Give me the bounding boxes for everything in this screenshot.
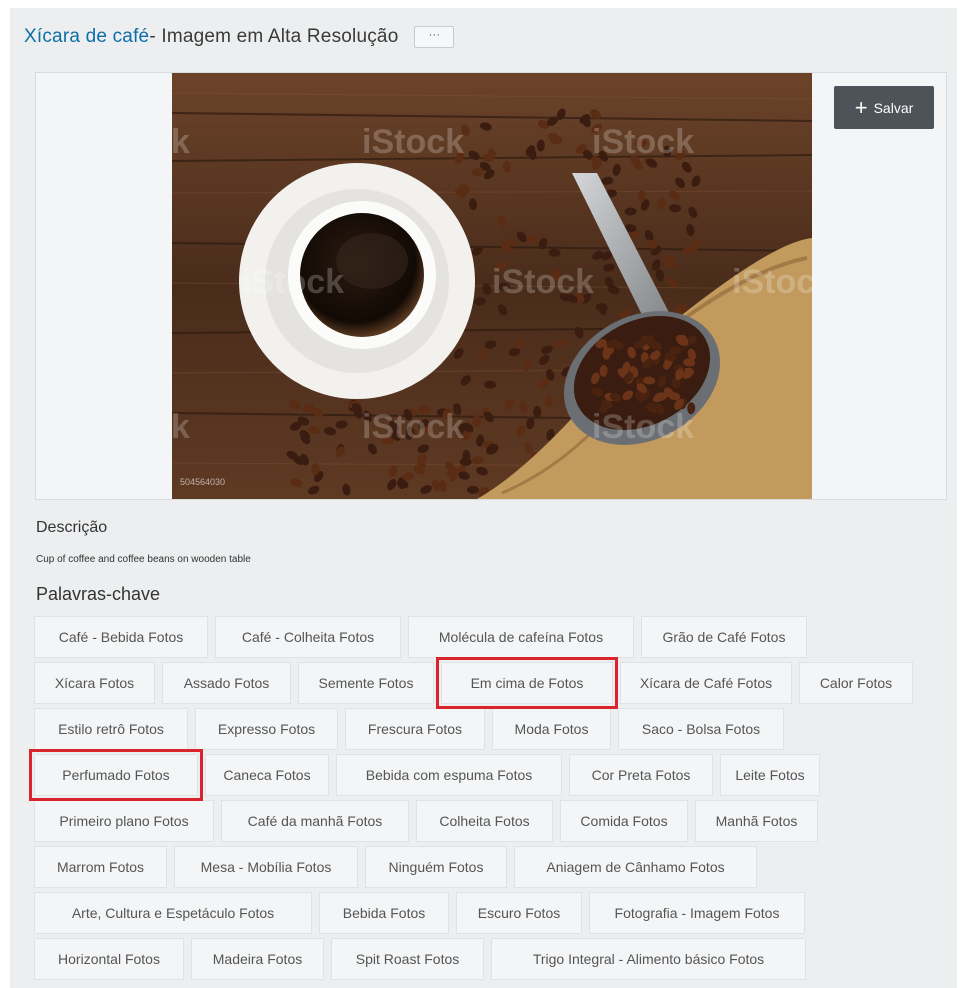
keyword-chip[interactable]: Caneca Fotos <box>205 754 329 796</box>
keyword-chip[interactable]: Fotografia - Imagem Fotos <box>589 892 805 934</box>
keyword-chip[interactable]: Estilo retrô Fotos <box>34 708 188 750</box>
keyword-chip[interactable]: Molécula de cafeína Fotos <box>408 616 634 658</box>
keyword-chip[interactable]: Xícara Fotos <box>34 662 155 704</box>
keyword-chip[interactable]: Ninguém Fotos <box>365 846 507 888</box>
svg-text:iStock: iStock <box>492 263 594 301</box>
keyword-chip[interactable]: Bebida com espuma Fotos <box>336 754 562 796</box>
keyword-chip[interactable]: Calor Fotos <box>799 662 913 704</box>
description-text: Cup of coffee and coffee beans on wooden… <box>36 554 251 565</box>
title-suffix: - Imagem em Alta Resolução <box>149 26 399 47</box>
keyword-chip[interactable]: Manhã Fotos <box>695 800 818 842</box>
keyword-row: Café - Bebida Fotos Café - Colheita Fotos… <box>34 616 934 662</box>
keyword-chip[interactable]: Bebida Fotos <box>319 892 449 934</box>
svg-text:ck: ck <box>172 123 190 161</box>
keyword-chip[interactable]: Moda Fotos <box>492 708 611 750</box>
keyword-chip[interactable]: Cor Preta Fotos <box>569 754 713 796</box>
image-preview-area: ck iStock iStock iStock iStock iStock ck… <box>35 72 947 500</box>
keyword-chip[interactable]: Café - Bebida Fotos <box>34 616 208 658</box>
page-title: Xícara de café - Imagem em Alta Resoluçã… <box>24 24 455 50</box>
keyword-chip[interactable]: Spit Roast Fotos <box>331 938 484 980</box>
keywords-heading: Palavras-chave <box>36 584 161 604</box>
svg-text:iStock: iStock <box>242 263 344 301</box>
keyword-row: Xícara Fotos Assado Fotos Semente Fotos Em … <box>34 657 934 709</box>
keyword-chip[interactable]: Arte, Cultura e Espetáculo Fotos <box>34 892 312 934</box>
keyword-row: Primeiro plano Fotos Café da manhã Fotos C… <box>34 800 934 846</box>
save-label: Salvar <box>873 99 914 116</box>
coffee-photo[interactable]: ck iStock iStock iStock iStock iStock ck… <box>172 73 812 499</box>
keyword-chip[interactable]: Xícara de Café Fotos <box>620 662 792 704</box>
keyword-chip[interactable]: Mesa - Mobília Fotos <box>174 846 358 888</box>
keyword-chip[interactable]: Em cima de Fotos <box>436 657 618 709</box>
keyword-row: Horizontal Fotos Madeira Fotos Spit Roast … <box>34 938 934 984</box>
keyword-chip[interactable]: Madeira Fotos <box>191 938 324 980</box>
svg-text:iStock: iStock <box>362 123 464 161</box>
svg-text:iStock: iStock <box>362 408 464 446</box>
keyword-chip[interactable]: Horizontal Fotos <box>34 938 184 980</box>
keyword-chip[interactable]: Semente Fotos <box>298 662 434 704</box>
keyword-row: Perfumado Fotos Caneca Fotos Bebida com es… <box>29 749 934 801</box>
keyword-chip[interactable]: Leite Fotos <box>720 754 820 796</box>
keyword-chip[interactable]: Marrom Fotos <box>34 846 167 888</box>
keyword-chip[interactable]: Primeiro plano Fotos <box>34 800 214 842</box>
svg-text:504564030: 504564030 <box>180 477 225 487</box>
save-button[interactable]: + Salvar <box>834 86 934 129</box>
svg-text:iStock: iStock <box>592 408 694 446</box>
keyword-chip[interactable]: Aniagem de Cânhamo Fotos <box>514 846 757 888</box>
keyword-chip[interactable]: Grão de Café Fotos <box>641 616 807 658</box>
keyword-chip[interactable]: Trigo Integral - Alimento básico Fotos <box>491 938 806 980</box>
keyword-chip[interactable]: Perfumado Fotos <box>29 749 203 801</box>
keyword-chip[interactable]: Escuro Fotos <box>456 892 582 934</box>
keyword-chip[interactable]: Saco - Bolsa Fotos <box>618 708 784 750</box>
keyword-chip[interactable]: Assado Fotos <box>162 662 291 704</box>
keyword-row: Marrom Fotos Mesa - Mobília Fotos Ninguém … <box>34 846 934 892</box>
svg-text:iStock: iStock <box>592 123 694 161</box>
keyword-row: Estilo retrô Fotos Expresso Fotos Frescura… <box>34 708 934 754</box>
svg-text:ck: ck <box>172 408 190 446</box>
keyword-list: Café - Bebida Fotos Café - Colheita Fotos… <box>29 616 934 984</box>
title-link[interactable]: Xícara de café <box>24 26 149 48</box>
keyword-chip[interactable]: Frescura Fotos <box>345 708 485 750</box>
keyword-chip[interactable]: Expresso Fotos <box>195 708 338 750</box>
more-options-button[interactable]: ··· <box>414 26 455 48</box>
description-heading: Descrição <box>36 519 108 536</box>
svg-text:iStock: iStock <box>732 263 812 301</box>
keyword-chip[interactable]: Café - Colheita Fotos <box>215 616 401 658</box>
plus-icon: + <box>854 94 868 120</box>
keyword-row: Arte, Cultura e Espetáculo Fotos Bebida F… <box>34 892 934 938</box>
keyword-chip[interactable]: Café da manhã Fotos <box>221 800 409 842</box>
keyword-chip[interactable]: Comida Fotos <box>560 800 688 842</box>
keyword-chip[interactable]: Colheita Fotos <box>416 800 553 842</box>
